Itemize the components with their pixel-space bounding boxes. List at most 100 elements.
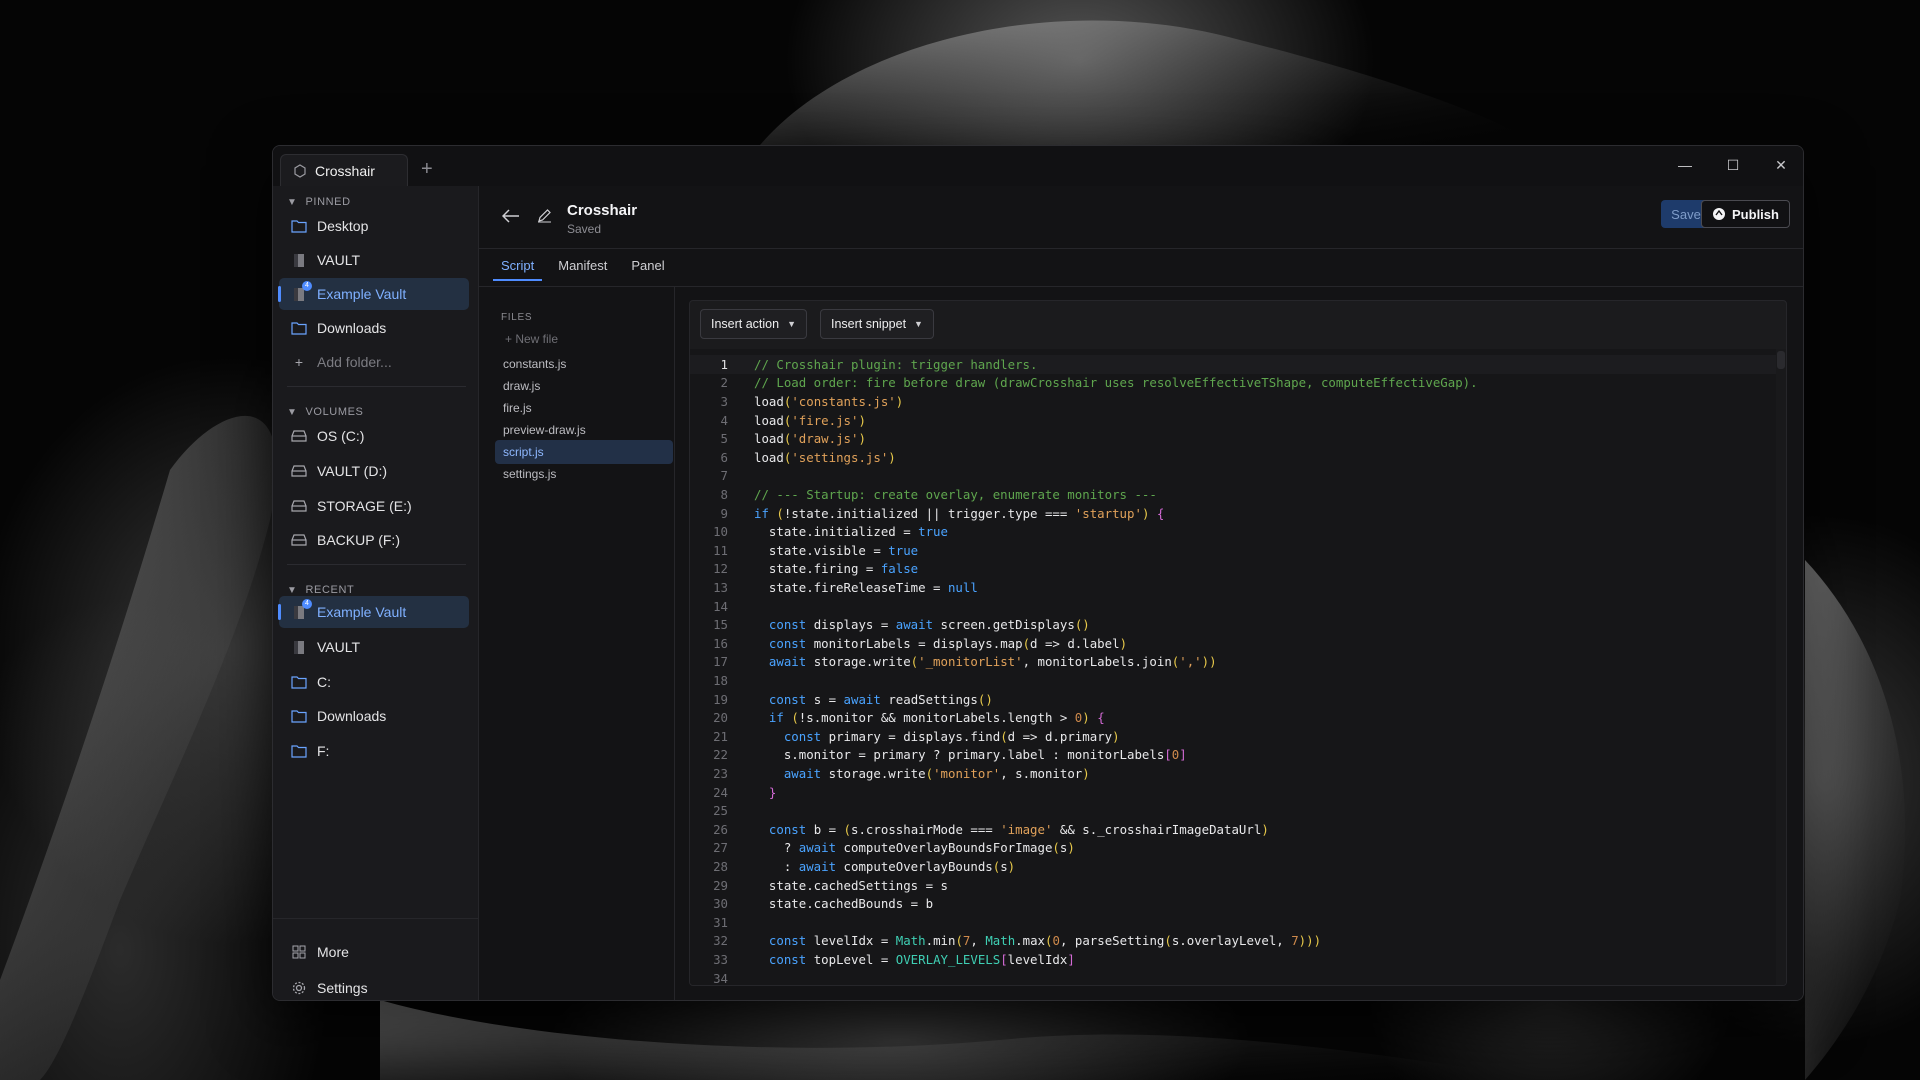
line-number: 32 <box>713 933 728 949</box>
tab-script[interactable]: Script <box>492 258 543 281</box>
code-line[interactable]: 27 ? await computeOverlayBoundsForImage(… <box>690 839 1786 858</box>
code-line[interactable]: 1 // Crosshair plugin: trigger handlers. <box>690 355 1786 374</box>
recent-item-c[interactable]: C: <box>279 666 469 698</box>
file-item-selected[interactable]: script.js <box>495 440 673 464</box>
line-number: 21 <box>713 728 728 744</box>
sidebar-item-backup-f[interactable]: BACKUP (F:) <box>279 524 469 556</box>
volumes-title: VOLUMES <box>305 406 364 418</box>
code-text: s.monitor = primary ? primary.label : mo… <box>754 747 1187 763</box>
line-number: 23 <box>713 765 728 781</box>
back-button[interactable] <box>499 204 523 228</box>
recent-item-downloads[interactable]: Downloads <box>279 700 469 732</box>
recent-section-header[interactable]: ▼ RECENT <box>287 584 354 596</box>
edit-button[interactable] <box>535 206 553 224</box>
sidebar-item-label: VAULT <box>317 639 361 655</box>
code-line[interactable]: 23 await storage.write('monitor', s.moni… <box>690 764 1786 783</box>
insert-action-dropdown[interactable]: Insert action ▼ <box>700 309 808 339</box>
recent-item-vault[interactable]: VAULT <box>279 631 469 663</box>
code-line[interactable]: 12 state.firing = false <box>690 560 1786 579</box>
new-file-button[interactable]: + New file <box>505 332 558 346</box>
sidebar-item-downloads[interactable]: Downloads <box>279 312 469 344</box>
code-line[interactable]: 13 state.fireReleaseTime = null <box>690 578 1786 597</box>
file-item[interactable]: fire.js <box>495 396 673 420</box>
line-number: 2 <box>720 375 728 391</box>
recent-item-f[interactable]: F: <box>279 735 469 767</box>
code-editor[interactable]: 1 // Crosshair plugin: trigger handlers. 2… <box>690 349 1786 985</box>
code-line[interactable]: 9 if (!state.initialized || trigger.type … <box>690 504 1786 523</box>
code-line[interactable]: 31 <box>690 913 1786 932</box>
code-line[interactable]: 17 await storage.write('_monitorList', m… <box>690 653 1786 672</box>
minimize-icon: — <box>1678 157 1692 173</box>
code-line[interactable]: 30 state.cachedBounds = b <box>690 894 1786 913</box>
sidebar-item-vault-d[interactable]: VAULT (D:) <box>279 455 469 487</box>
code-line[interactable]: 29 state.cachedSettings = s <box>690 876 1786 895</box>
code-line[interactable]: 7 <box>690 467 1786 486</box>
sidebar-item-desktop[interactable]: Desktop <box>279 210 469 242</box>
insert-snippet-dropdown[interactable]: Insert snippet ▼ <box>820 309 934 339</box>
line-number: 13 <box>713 579 728 595</box>
code-line[interactable]: 33 const topLevel = OVERLAY_LEVELS[level… <box>690 950 1786 969</box>
close-button[interactable]: ✕ <box>1761 154 1801 176</box>
folder-icon <box>291 218 307 234</box>
code-line[interactable]: 19 const s = await readSettings() <box>690 690 1786 709</box>
code-text: load('settings.js') <box>754 449 896 465</box>
sidebar-item-os-c[interactable]: OS (C:) <box>279 420 469 452</box>
scrollbar-thumb[interactable] <box>1777 351 1785 369</box>
line-number: 18 <box>713 672 728 688</box>
tab-panel[interactable]: Panel <box>631 258 664 281</box>
sidebar-item-vault[interactable]: VAULT <box>279 244 469 276</box>
code-line[interactable]: 25 <box>690 801 1786 820</box>
sidebar-item-label: Example Vault <box>317 604 407 620</box>
code-line[interactable]: 5 load('draw.js') <box>690 429 1786 448</box>
sidebar-item-example-vault[interactable]: 4 Example Vault <box>278 278 469 310</box>
maximize-button[interactable]: ☐ <box>1713 154 1753 176</box>
code-line[interactable]: 8 // --- Startup: create overlay, enumera… <box>690 485 1786 504</box>
code-line[interactable]: 14 <box>690 597 1786 616</box>
file-item[interactable]: constants.js <box>495 352 673 376</box>
code-line[interactable]: 16 const monitorLabels = displays.map(d … <box>690 634 1786 653</box>
line-number: 16 <box>713 635 728 651</box>
code-line[interactable]: 4 load('fire.js') <box>690 411 1786 430</box>
add-folder-button[interactable]: + Add folder... <box>279 346 469 378</box>
tab-manifest[interactable]: Manifest <box>558 258 607 281</box>
new-file-label: New file <box>515 332 559 346</box>
editor-scrollbar[interactable] <box>1776 349 1786 985</box>
code-line[interactable]: 34 <box>690 969 1786 985</box>
code-line[interactable]: 10 state.initialized = true <box>690 522 1786 541</box>
code-line[interactable]: 24 } <box>690 783 1786 802</box>
sidebar-item-storage-e[interactable]: STORAGE (E:) <box>279 490 469 522</box>
new-tab-button[interactable]: + <box>421 158 433 181</box>
divider <box>287 564 466 565</box>
volumes-section-header[interactable]: ▼ VOLUMES <box>287 406 364 418</box>
code-line[interactable]: 22 s.monitor = primary ? primary.label :… <box>690 746 1786 765</box>
code-line[interactable]: 11 state.visible = true <box>690 541 1786 560</box>
file-item[interactable]: settings.js <box>495 462 673 486</box>
minimize-button[interactable]: — <box>1665 154 1705 176</box>
window-tab[interactable]: Crosshair <box>280 154 408 186</box>
code-line[interactable]: 32 const levelIdx = Math.min(7, Math.max… <box>690 932 1786 951</box>
code-line[interactable]: 21 const primary = displays.find(d => d.… <box>690 727 1786 746</box>
maximize-icon: ☐ <box>1726 156 1740 173</box>
publish-button[interactable]: Publish <box>1701 200 1790 228</box>
recent-item-example-vault[interactable]: 4 Example Vault <box>278 596 469 628</box>
folder-icon <box>291 708 307 724</box>
code-text: load('draw.js') <box>754 431 866 447</box>
code-line[interactable]: 2 // Load order: fire before draw (drawCr… <box>690 374 1786 393</box>
save-status: Saved <box>567 222 602 236</box>
file-item[interactable]: draw.js <box>495 374 673 398</box>
code-text: const b = (s.crosshairMode === 'image' &… <box>768 821 1269 837</box>
code-line[interactable]: 15 const displays = await screen.getDisp… <box>690 615 1786 634</box>
more-button[interactable]: More <box>279 936 469 968</box>
code-line[interactable]: 26 const b = (s.crosshairMode === 'image… <box>690 820 1786 839</box>
file-item[interactable]: preview-draw.js <box>495 418 673 442</box>
settings-button[interactable]: Settings <box>279 972 469 1000</box>
line-number: 30 <box>713 896 728 912</box>
code-text: state.visible = true <box>754 542 919 558</box>
code-text: const primary = displays.find(d => d.pri… <box>783 728 1120 744</box>
code-line[interactable]: 6 load('settings.js') <box>690 448 1786 467</box>
pinned-section-header[interactable]: ▼ PINNED <box>287 196 351 208</box>
code-line[interactable]: 28 : await computeOverlayBounds(s) <box>690 857 1786 876</box>
code-line[interactable]: 3 load('constants.js') <box>690 392 1786 411</box>
code-line[interactable]: 20 if (!s.monitor && monitorLabels.lengt… <box>690 708 1786 727</box>
code-line[interactable]: 18 <box>690 671 1786 690</box>
